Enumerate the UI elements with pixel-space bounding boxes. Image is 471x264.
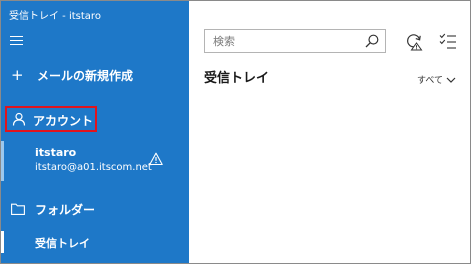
folders-header[interactable]: フォルダー: [7, 199, 183, 221]
page-title: 受信トレイ: [204, 71, 270, 86]
new-mail-label: メールの新規作成: [37, 69, 134, 83]
app-window: 受信トレイ - itstaro + メールの新規作成 アカウント itstaro…: [0, 0, 471, 264]
filter-dropdown[interactable]: すべて: [417, 69, 456, 86]
chevron-down-icon: [446, 77, 456, 83]
folders-header-label: フォルダー: [35, 203, 96, 217]
hamburger-icon-line: [10, 40, 23, 41]
search-input[interactable]: [205, 30, 363, 52]
filter-label: すべて: [417, 76, 444, 86]
folder-item-label: 受信トレイ: [35, 237, 90, 250]
account-selection-bar: [1, 141, 4, 181]
folder-item-inbox[interactable]: 受信トレイ: [1, 227, 189, 255]
sidebar: 受信トレイ - itstaro + メールの新規作成 アカウント itstaro…: [1, 1, 189, 263]
plus-icon: +: [11, 66, 24, 84]
menu-button[interactable]: [10, 35, 24, 47]
search-box[interactable]: [204, 29, 386, 53]
new-mail-button[interactable]: + メールの新規作成: [7, 65, 185, 87]
accounts-header[interactable]: アカウント: [5, 106, 97, 132]
select-mode-icon[interactable]: [439, 32, 457, 50]
folder-icon: [11, 203, 25, 215]
account-email: itstaro@a01.itscom.net: [35, 162, 152, 173]
warning-icon[interactable]: [149, 152, 163, 166]
account-name: itstaro: [35, 146, 77, 159]
hamburger-icon: [10, 36, 23, 37]
window-title: 受信トレイ - itstaro: [9, 11, 101, 22]
hamburger-icon-line: [10, 44, 23, 45]
search-icon[interactable]: [365, 34, 379, 48]
folder-selection-bar: [1, 231, 4, 253]
accounts-header-label: アカウント: [33, 114, 94, 128]
message-list-pane: 受信トレイ すべて: [189, 1, 470, 263]
account-item[interactable]: itstaro itstaro@a01.itscom.net: [1, 141, 189, 183]
sync-icon[interactable]: [404, 31, 424, 51]
person-icon: [12, 112, 26, 126]
